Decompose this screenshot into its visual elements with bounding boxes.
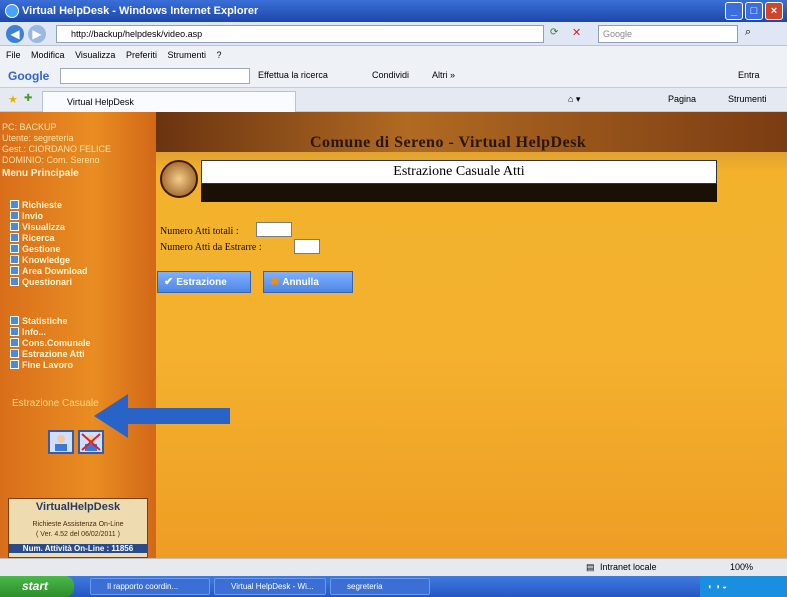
taskbar-item-folder[interactable]: segreteria — [330, 578, 430, 595]
sidebar-item-questionari[interactable]: Questionari — [10, 277, 88, 288]
address-toolbar: ◀ ▶ http://backup/helpdesk/video.asp ⟳ ✕… — [0, 22, 787, 46]
panel-title: Estrazione Casuale Atti — [393, 164, 525, 179]
emblem-icon — [160, 160, 198, 198]
menu-bar: File Modifica Visualizza Preferiti Strum… — [0, 46, 787, 64]
sidebar-item-visualizza[interactable]: Visualizza — [10, 222, 88, 233]
signin-button[interactable]: Entra — [738, 70, 760, 80]
tray-icons[interactable]: ◐ ◑ ◒ — [708, 582, 727, 591]
back-button[interactable]: ◀ — [6, 25, 24, 43]
start-button[interactable]: start — [0, 576, 74, 597]
ie-logo-icon — [5, 4, 19, 18]
sidebar-item-fine-lavoro[interactable]: Fine Lavoro — [10, 360, 91, 371]
estrazione-casuale-label: Estrazione Casuale — [12, 398, 99, 409]
total-acts-label: Numero Atti totali : — [160, 226, 239, 237]
tab-virtual-helpdesk[interactable]: Virtual HelpDesk — [42, 91, 296, 112]
sidebar-menu-title: Menu Principale — [2, 168, 79, 179]
site-banner-title: Comune di Sereno - Virtual HelpDesk — [310, 134, 587, 151]
window-title: Virtual HelpDesk - Windows Internet Expl… — [22, 5, 259, 17]
estrazione-button[interactable]: ✔ Estrazione — [157, 271, 251, 293]
address-bar[interactable]: http://backup/helpdesk/video.asp — [56, 25, 544, 43]
tools-menu[interactable]: Strumenti — [728, 94, 767, 104]
annotation-arrow-icon — [94, 394, 230, 438]
sidebar-item-info[interactable]: Info... — [10, 327, 91, 338]
window-title-bar: Virtual HelpDesk - Windows Internet Expl… — [0, 0, 787, 22]
annulla-button[interactable]: ✖ Annulla — [263, 271, 353, 293]
minimize-button[interactable]: _ — [725, 2, 743, 20]
page-menu[interactable]: Pagina — [668, 94, 696, 104]
sidebar-menu-primary: Richieste Invio Visualizza Ricerca Gesti… — [10, 200, 88, 288]
user-icon[interactable] — [48, 430, 74, 454]
total-acts-input[interactable] — [256, 222, 292, 237]
extract-acts-label: Numero Atti da Estrarre : — [160, 242, 262, 253]
menu-help[interactable]: ? — [217, 50, 222, 60]
sidebar-item-gestione[interactable]: Gestione — [10, 244, 88, 255]
google-search-input[interactable] — [60, 68, 250, 84]
more-button[interactable]: Altri » — [432, 70, 455, 80]
search-icon[interactable]: ⌕ — [745, 26, 751, 39]
session-user: Utente: segreteria — [2, 133, 74, 143]
menu-file[interactable]: File — [6, 50, 21, 60]
search-input[interactable]: Google — [598, 25, 738, 43]
brand-name: VirtualHelpDesk — [35, 501, 121, 513]
estrazione-button-label: Estrazione — [176, 277, 227, 288]
stop-icon[interactable]: ✕ — [572, 26, 581, 39]
favorites-star-icon[interactable]: ★ — [8, 93, 18, 106]
menu-strumenti[interactable]: Strumenti — [167, 50, 206, 60]
sidebar-item-richieste[interactable]: Richieste — [10, 200, 88, 211]
brand-box: VirtualHelpDesk Richieste Assistenza On-… — [8, 498, 148, 558]
sidebar-item-invio[interactable]: Invio — [10, 211, 88, 222]
close-button[interactable]: × — [765, 2, 783, 20]
brand-tagline: Richieste Assistenza On-Line — [32, 521, 124, 528]
sidebar-item-statistiche[interactable]: Statistiche — [10, 316, 91, 327]
sidebar-item-area-download[interactable]: Area Download — [10, 266, 88, 277]
sidebar-session-info: PC: BACKUP Utente: segreteria Gest.: CIO… — [2, 122, 154, 179]
session-pc: PC: BACKUP — [2, 122, 57, 132]
home-icon[interactable]: ⌂ ▾ — [568, 94, 580, 105]
status-bar: ▤ Intranet locale 100% — [0, 558, 787, 576]
brand-version: ( Ver. 4.52 del 06/02/2011 ) — [36, 531, 120, 538]
panel-header-bar — [201, 184, 717, 202]
google-search-button[interactable]: Effettua la ricerca — [258, 70, 328, 80]
add-favorite-icon[interactable]: ✚ — [24, 93, 32, 104]
share-button[interactable]: Condividi — [372, 70, 409, 80]
taskbar: start Il rapporto coordin... Virtual Hel… — [0, 576, 787, 597]
annulla-button-label: Annulla — [282, 277, 319, 288]
online-count: Num. Attività On-Line : 11856 — [9, 544, 147, 553]
menu-visualizza[interactable]: Visualizza — [75, 50, 115, 60]
menu-modifica[interactable]: Modifica — [31, 50, 65, 60]
sidebar-item-estrazione-atti[interactable]: Estrazione Atti — [10, 349, 91, 360]
session-manager: Gest.: CIORDANO FELICE — [2, 144, 112, 154]
session-domain: DOMINIO: Com. Sereno — [2, 155, 100, 165]
zoom-level[interactable]: 100% — [730, 559, 753, 576]
tab-bar: ★ ✚ Virtual HelpDesk ⌂ ▾ Pagina Strument… — [0, 88, 787, 112]
taskbar-item-word[interactable]: Il rapporto coordin... — [90, 578, 210, 595]
cancel-icon: ✖ — [270, 276, 280, 288]
check-icon: ✔ — [164, 276, 174, 288]
window-controls: _ □ × — [725, 2, 783, 20]
maximize-button[interactable]: □ — [745, 2, 763, 20]
security-zone: Intranet locale — [600, 562, 657, 572]
refresh-icon[interactable]: ⟳ — [550, 27, 558, 38]
system-tray: ◐ ◑ ◒ — [700, 576, 787, 597]
menu-preferiti[interactable]: Preferiti — [126, 50, 157, 60]
sidebar-menu-secondary: Statistiche Info... Cons.Comunale Estraz… — [10, 316, 91, 371]
extract-acts-input[interactable] — [294, 239, 320, 254]
google-logo: Google — [8, 69, 50, 83]
forward-button[interactable]: ▶ — [28, 25, 46, 43]
google-toolbar: Google Effettua la ricerca Condividi Alt… — [0, 64, 787, 88]
intranet-icon: ▤ — [586, 562, 595, 572]
sidebar-item-ricerca[interactable]: Ricerca — [10, 233, 88, 244]
sidebar-item-cons-comunale[interactable]: Cons.Comunale — [10, 338, 91, 349]
sidebar: PC: BACKUP Utente: segreteria Gest.: CIO… — [0, 112, 156, 558]
sidebar-item-knowledge[interactable]: Knowledge — [10, 255, 88, 266]
taskbar-item-ie[interactable]: Virtual HelpDesk - Wi... — [214, 578, 326, 595]
